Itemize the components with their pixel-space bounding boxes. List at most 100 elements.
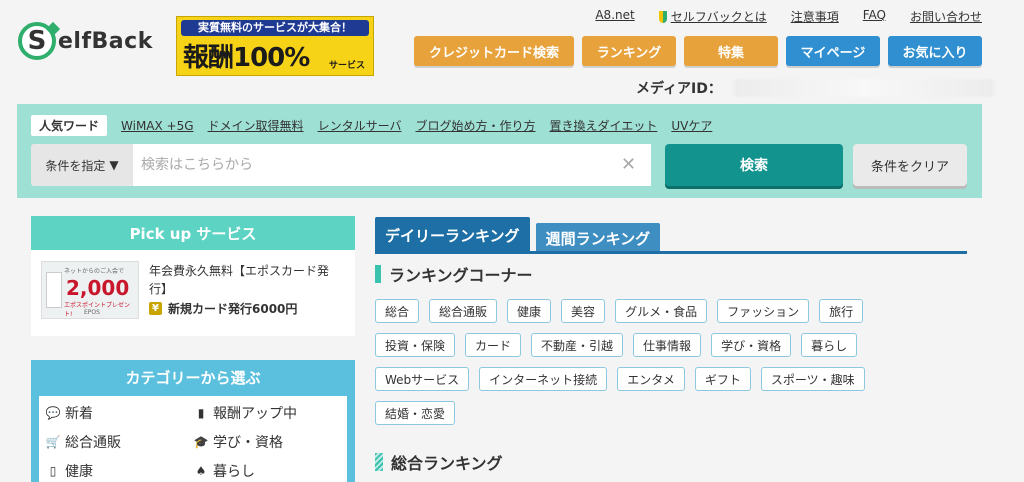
pickup-heading: Pick up サービス (31, 216, 355, 250)
cart-icon: 🛒 (45, 434, 61, 449)
ranking-tag[interactable]: 美容 (561, 299, 606, 323)
ranking-tag[interactable]: 旅行 (819, 299, 864, 323)
link-about-wrap[interactable]: セルフバックとは (658, 8, 767, 25)
category-item-shopping[interactable]: 🛒 総合通販 (45, 427, 193, 456)
category-label: 学び・資格 (213, 434, 283, 451)
category-item-health[interactable]: ▯ 健康 (45, 456, 193, 482)
link-a8net[interactable]: A8.net (595, 8, 634, 25)
category-item-living[interactable]: ♠ 暮らし (193, 456, 341, 482)
yen-icon: ¥ (149, 302, 162, 315)
popular-word[interactable]: UVケア (671, 117, 712, 134)
logo-text: elfBack (58, 28, 153, 54)
popular-word[interactable]: WiMAX +5G (121, 119, 194, 133)
ranking-tag[interactable]: ギフト (694, 367, 751, 391)
pickup-reward-text: 新規カード発行6000円 (168, 302, 298, 316)
feature-button[interactable]: 特集 (684, 36, 778, 66)
category-label: 新着 (65, 405, 93, 422)
ranking-tag[interactable]: グルメ・食品 (615, 299, 708, 323)
condition-dropdown[interactable]: 条件を指定 ▼ (31, 144, 133, 186)
main-nav: クレジットカード検索 ランキング 特集 マイページ お気に入り (414, 36, 982, 66)
banner-sub-text: サービス (328, 61, 365, 71)
logo-mark-icon: S (18, 22, 56, 60)
category-label: 総合通販 (65, 434, 121, 451)
search-button[interactable]: 検索 (665, 144, 843, 186)
ranking-tag[interactable]: 結婚・恋愛 (375, 401, 456, 425)
category-label: 暮らし (213, 463, 255, 480)
link-notes[interactable]: 注意事項 (791, 8, 839, 25)
ranking-corner-label: ランキングコーナー (389, 266, 533, 285)
beginner-leaf-icon (658, 11, 667, 23)
media-id: メディアID： (636, 78, 994, 98)
category-heading: カテゴリーから選ぶ (125, 368, 261, 387)
pickup-service-title[interactable]: 年会費永久無料【エポスカード発行】 (149, 262, 345, 298)
ranking-tag[interactable]: インターネット接続 (479, 367, 608, 391)
category-panel: カテゴリーから選ぶ 💬 新着 ▮ 報酬アップ中 🛒 総合通販 🎓 学び・資格 ▯ 健康 ♠… (31, 360, 355, 482)
popular-words: 人気ワード WiMAX +5G ドメイン取得無料 レンタルサーバ ブログ始め方・… (31, 115, 712, 136)
thumb-amount: 2,000 (66, 276, 130, 300)
bottle-icon: ▯ (49, 463, 57, 478)
category-item-reward-up[interactable]: ▮ 報酬アップ中 (193, 398, 341, 427)
pickup-panel: Pick up サービス ネットからのご入会で 2,000 エポスポイントプレゼ… (31, 216, 355, 336)
media-id-value-redacted (733, 79, 994, 97)
popular-word[interactable]: 置き換えダイエット (549, 117, 657, 134)
ranking-tag[interactable]: 健康 (507, 299, 552, 323)
ranking-tag[interactable]: Webサービス (375, 367, 470, 391)
thumb-text-mid: エポスポイントプレゼント! (64, 302, 131, 318)
ranking-tag[interactable]: 投資・保険 (375, 333, 456, 357)
top-links: A8.net セルフバックとは 注意事項 FAQ お問い合わせ (595, 8, 982, 25)
thumb-brand: EPOS (84, 309, 100, 316)
ranking-category-tags: 総合 総合通販 健康 美容 グルメ・食品 ファッション 旅行 投資・保険 カード… (375, 299, 915, 425)
tab-weekly-ranking[interactable]: 週間ランキング (535, 223, 661, 253)
favorites-button[interactable]: お気に入り (888, 36, 982, 66)
link-about-selfback[interactable]: セルフバックとは (671, 10, 767, 24)
category-label: 報酬アップ中 (213, 405, 297, 422)
popular-words-label: 人気ワード (31, 115, 108, 136)
pickup-reward: ¥ 新規カード発行6000円 (149, 300, 297, 317)
mypage-button[interactable]: マイページ (786, 36, 880, 66)
search-panel: 人気ワード WiMAX +5G ドメイン取得無料 レンタルサーバ ブログ始め方・… (17, 104, 982, 198)
ranking-tag[interactable]: 総合通販 (429, 299, 498, 323)
popular-word[interactable]: ドメイン取得無料 (208, 117, 304, 134)
title-bar-icon (375, 453, 383, 471)
banner-top-text: 実質無料のサービスが大集合！ (181, 20, 369, 36)
graduation-cap-icon: 🎓 (193, 434, 209, 449)
category-label: 健康 (65, 463, 93, 480)
popular-word[interactable]: レンタルサーバ (318, 117, 402, 134)
category-grid: 💬 新着 ▮ 報酬アップ中 🛒 総合通販 🎓 学び・資格 ▯ 健康 ♠ 暮らし (39, 396, 347, 482)
thumb-text-top: ネットからのご入会で (64, 268, 125, 275)
category-item-new[interactable]: 💬 新着 (45, 398, 193, 427)
ranking-tag[interactable]: 暮らし (801, 333, 858, 357)
ranking-tag[interactable]: ファッション (717, 299, 810, 323)
popular-word[interactable]: ブログ始め方・作り方 (415, 117, 535, 134)
title-bar-icon (375, 265, 381, 283)
ranking-tag[interactable]: エンタメ (617, 367, 685, 391)
spade-icon: ♠ (195, 463, 207, 478)
ranking-tabs: デイリーランキング 週間ランキング (375, 217, 666, 253)
clear-conditions-button[interactable]: 条件をクリア (853, 144, 967, 186)
tab-daily-ranking[interactable]: デイリーランキング (375, 217, 530, 253)
ranking-tag[interactable]: カード (465, 333, 522, 357)
credit-card-search-button[interactable]: クレジットカード検索 (414, 36, 574, 66)
bar-chart-icon: ▮ (197, 405, 205, 420)
epos-card-thumbnail[interactable]: ネットからのご入会で 2,000 エポスポイントプレゼント! EPOS (41, 261, 139, 319)
card-image-icon (46, 272, 62, 308)
tab-underline (375, 251, 967, 254)
ranking-corner-title: ランキングコーナー (375, 262, 533, 286)
condition-label: 条件を指定 (45, 158, 106, 173)
clear-input-icon[interactable]: ✕ (621, 154, 636, 175)
ranking-tag[interactable]: 総合 (375, 299, 420, 323)
ranking-tag[interactable]: 仕事情報 (633, 333, 702, 357)
search-input[interactable] (133, 144, 651, 186)
overall-ranking-title: 総合ランキング (375, 450, 503, 474)
link-contact[interactable]: お問い合わせ (910, 8, 982, 25)
category-item-learning[interactable]: 🎓 学び・資格 (193, 427, 341, 456)
ranking-tag[interactable]: 学び・資格 (711, 333, 792, 357)
selfback-logo[interactable]: S elfBack (18, 22, 153, 60)
media-id-label: メディアID： (636, 81, 722, 97)
dropdown-triangle-icon: ▼ (109, 158, 119, 172)
ranking-tag[interactable]: スポーツ・趣味 (760, 367, 865, 391)
link-faq[interactable]: FAQ (863, 8, 886, 25)
ranking-button[interactable]: ランキング (582, 36, 676, 66)
promo-banner[interactable]: 実質無料のサービスが大集合！ 報酬100% サービス (176, 16, 374, 76)
ranking-tag[interactable]: 不動産・引越 (531, 333, 624, 357)
